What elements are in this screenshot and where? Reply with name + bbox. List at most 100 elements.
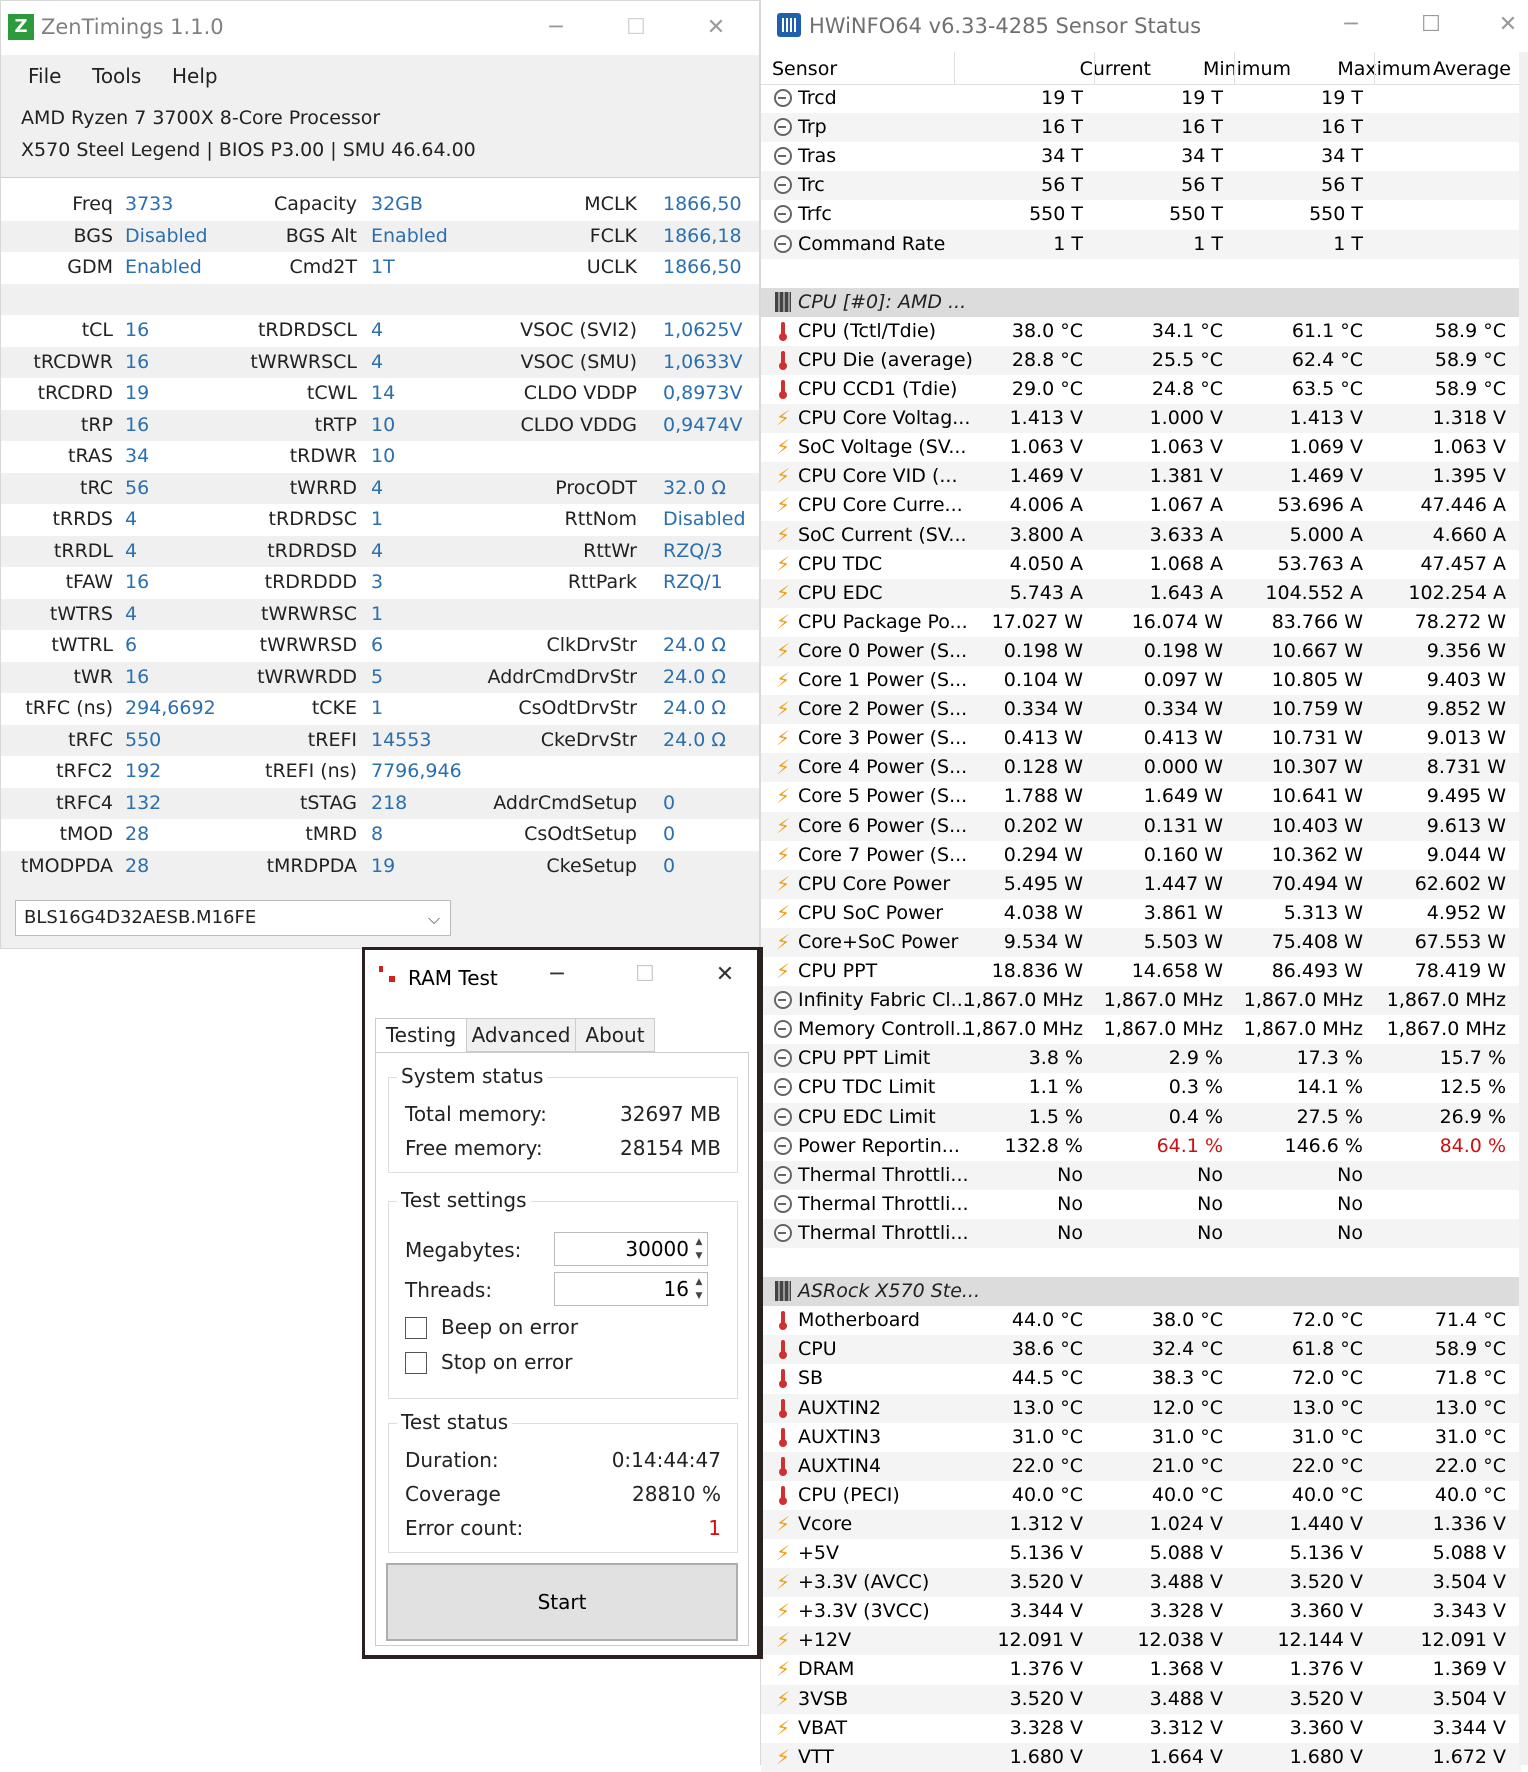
sensor-row[interactable]: ⚡ Core 0 Power (S... 0.198 W 0.198 W 10.667 … xyxy=(761,636,1521,666)
sensor-value: 15.7 % xyxy=(1439,1047,1506,1070)
sensor-row[interactable]: ⚡ +12V 12.091 V 12.038 V 12.144 V 12.091 V xyxy=(761,1626,1521,1656)
sensor-row[interactable]: ⚡ Core 3 Power (S... 0.413 W 0.413 W 10.731 … xyxy=(761,724,1521,753)
hwinfo-titlebar[interactable]: HWiNFO64 v6.33-4285 Sensor Status ─ ☐ ✕ xyxy=(761,0,1528,52)
sensor-row[interactable]: ⚡ SoC Voltage (SV... 1.063 V 1.063 V 1.069 V… xyxy=(761,433,1521,462)
sensor-row[interactable]: ⚡ CPU Core Curre... 4.006 A 1.067 A 53.696 A… xyxy=(761,491,1521,520)
sensor-row[interactable]: ⚡ CPU Core Voltag... 1.413 V 1.000 V 1.413 V… xyxy=(761,404,1521,434)
sensor-row[interactable]: ⚡ VBAT 3.328 V 3.312 V 3.360 V 3.344 V xyxy=(761,1714,1521,1743)
sensor-row[interactable]: Power Reportin... 132.8 % 64.1 % 146.6 % 84.… xyxy=(761,1132,1521,1161)
column-divider[interactable] xyxy=(1094,52,1095,84)
sensor-row[interactable]: ⚡ Core 1 Power (S... 0.104 W 0.097 W 10.805 … xyxy=(761,666,1521,695)
sensor-row[interactable]: ⚡ Vcore 1.312 V 1.024 V 1.440 V 1.336 V xyxy=(761,1509,1521,1539)
sensor-row[interactable]: CPU Die (average) 28.8 °C 25.5 °C 62.4 °C 58… xyxy=(761,345,1521,375)
column-current-label[interactable]: Current xyxy=(1031,58,1151,80)
threads-input[interactable]: 16 ▲ ▼ xyxy=(554,1272,708,1306)
memory-module-select[interactable]: BLS16G4D32AESB.M16FE ⌵ xyxy=(15,900,451,936)
sensor-row[interactable]: ⚡ CPU SoC Power 4.038 W 3.861 W 5.313 W 4.952… xyxy=(761,899,1521,928)
sensor-row[interactable]: AUXTIN4 22.0 °C 21.0 °C 22.0 °C 22.0 °C xyxy=(761,1451,1521,1481)
minimize-icon[interactable]: ─ xyxy=(537,958,577,992)
sensor-row[interactable]: ⚡ 3VSB 3.520 V 3.488 V 3.520 V 3.504 V xyxy=(761,1684,1521,1714)
sensor-row[interactable]: ⚡ Core 7 Power (S... 0.294 W 0.160 W 10.362 … xyxy=(761,841,1521,870)
sensor-row[interactable]: SB 44.5 °C 38.3 °C 72.0 °C 71.8 °C xyxy=(761,1364,1521,1393)
sensor-value: 64.1 % xyxy=(1156,1134,1223,1157)
start-button[interactable]: Start xyxy=(386,1563,738,1641)
vertical-scrollbar[interactable] xyxy=(1519,52,1528,1765)
lightning-bolt-icon: ⚡ xyxy=(775,638,791,663)
sensor-row[interactable]: Memory Controll... 1,867.0 MHz 1,867.0 MHz… xyxy=(761,1015,1521,1044)
megabytes-input[interactable]: 30000 ▲ ▼ xyxy=(554,1232,708,1266)
tab-testing[interactable]: Testing xyxy=(375,1018,467,1054)
beep-on-error-checkbox[interactable] xyxy=(405,1317,427,1339)
sensor-row[interactable]: AUXTIN2 13.0 °C 12.0 °C 13.0 °C 13.0 °C xyxy=(761,1393,1521,1423)
sensor-row[interactable]: ⚡ +3.3V (3VCC) 3.344 V 3.328 V 3.360 V 3.343 … xyxy=(761,1597,1521,1626)
sensor-row[interactable]: ⚡ DRAM 1.376 V 1.368 V 1.376 V 1.369 V xyxy=(761,1655,1521,1684)
column-divider[interactable] xyxy=(954,52,955,84)
close-icon[interactable]: ✕ xyxy=(696,11,736,45)
sensor-row[interactable]: CPU (Tctl/Tdie) 38.0 °C 34.1 °C 61.1 °C 58.9… xyxy=(761,317,1521,346)
column-divider[interactable] xyxy=(1234,52,1235,84)
sensor-row[interactable]: Trcd 19 T 19 T 19 T xyxy=(761,84,1521,113)
minimize-icon[interactable]: ─ xyxy=(536,11,576,45)
sensor-row[interactable]: ⚡ +5V 5.136 V 5.088 V 5.136 V 5.088 V xyxy=(761,1539,1521,1568)
sensor-row[interactable]: Thermal Throttli... No No No xyxy=(761,1218,1521,1248)
zentimings-titlebar[interactable]: Z ZenTimings 1.1.0 ─ ☐ ✕ xyxy=(1,1,759,55)
sensor-row[interactable]: ⚡ Core 2 Power (S... 0.334 W 0.334 W 10.759 … xyxy=(761,695,1521,725)
sensor-row[interactable]: CPU PPT Limit 3.8 % 2.9 % 17.3 % 15.7 % xyxy=(761,1044,1521,1074)
sensor-value: 3.8 % xyxy=(1028,1047,1083,1070)
column-divider[interactable] xyxy=(1374,52,1375,84)
sensor-value: 1 T xyxy=(1053,232,1083,255)
sensor-row[interactable]: AUXTIN3 31.0 °C 31.0 °C 31.0 °C 31.0 °C xyxy=(761,1423,1521,1452)
column-sensor[interactable]: Sensor xyxy=(772,58,837,80)
sensor-row[interactable] xyxy=(761,259,1521,288)
sensor-row[interactable]: Trp 16 T 16 T 16 T xyxy=(761,113,1521,143)
sensor-row[interactable]: ⚡ Core+SoC Power 9.534 W 5.503 W 75.408 W 67.… xyxy=(761,927,1521,957)
sensor-row[interactable]: ⚡ SoC Current (SV... 3.800 A 3.633 A 5.000 A… xyxy=(761,520,1521,550)
menu-tools[interactable]: Tools xyxy=(92,64,141,88)
sensor-row[interactable]: CPU (PECI) 40.0 °C 40.0 °C 40.0 °C 40.0 °C xyxy=(761,1481,1521,1510)
timing-value: 5 xyxy=(371,665,384,688)
column-minimum[interactable]: Minimum xyxy=(1171,58,1291,80)
sensor-row[interactable]: Command Rate 1 T 1 T 1 T xyxy=(761,229,1521,259)
sensor-row[interactable]: CPU TDC Limit 1.1 % 0.3 % 14.1 % 12.5 % xyxy=(761,1073,1521,1102)
sensor-row[interactable]: ⚡ Core 4 Power (S... 0.128 W 0.000 W 10.307 … xyxy=(761,753,1521,783)
sensor-row[interactable]: Motherboard 44.0 °C 38.0 °C 72.0 °C 71.4 °C xyxy=(761,1306,1521,1335)
sensor-row[interactable]: ⚡ CPU Core Power 5.495 W 1.447 W 70.494 W 62.… xyxy=(761,869,1521,899)
tab-advanced[interactable]: Advanced xyxy=(466,1018,576,1052)
sensor-row[interactable]: ⚡ +3.3V (AVCC) 3.520 V 3.488 V 3.520 V 3.504 … xyxy=(761,1568,1521,1598)
sensor-row[interactable]: ⚡ Core 5 Power (S... 1.788 W 1.649 W 10.641 … xyxy=(761,782,1521,811)
stop-on-error-checkbox[interactable] xyxy=(405,1352,427,1374)
sensor-row[interactable]: ⚡ VTT 1.680 V 1.664 V 1.680 V 1.672 V xyxy=(761,1742,1521,1772)
sensor-row[interactable]: Trc 56 T 56 T 56 T xyxy=(761,171,1521,201)
sensor-row[interactable]: Tras 34 T 34 T 34 T xyxy=(761,142,1521,171)
sensor-row[interactable]: ⚡ CPU Package Po... 17.027 W 16.074 W 83.766… xyxy=(761,608,1521,637)
sensor-row[interactable]: Thermal Throttli... No No No xyxy=(761,1160,1521,1190)
sensor-row[interactable]: ⚡ CPU TDC 4.050 A 1.068 A 53.763 A 47.457 A xyxy=(761,550,1521,579)
sensor-group-row[interactable]: ASRock X570 Ste... xyxy=(761,1277,1521,1307)
close-icon[interactable]: ✕ xyxy=(1491,8,1525,42)
column-average[interactable]: Average xyxy=(1391,58,1511,80)
tab-about[interactable]: About xyxy=(575,1018,655,1052)
timing-label: tWRRD xyxy=(289,476,357,499)
sensor-row[interactable]: Infinity Fabric Cl... 1,867.0 MHz 1,867.0 … xyxy=(761,986,1521,1016)
sensor-row[interactable]: Trfc 550 T 550 T 550 T xyxy=(761,200,1521,229)
timing-value: 1 xyxy=(371,602,384,625)
sensor-row[interactable] xyxy=(761,1248,1521,1277)
minimize-icon[interactable]: ─ xyxy=(1331,8,1371,42)
sensor-row[interactable]: ⚡ CPU Core VID (... 1.469 V 1.381 V 1.469 V 1… xyxy=(761,462,1521,492)
sensor-row[interactable]: ⚡ CPU PPT 18.836 W 14.658 W 86.493 W 78.419 W xyxy=(761,957,1521,986)
sensor-group-row[interactable]: CPU [#0]: AMD ... xyxy=(761,287,1521,317)
spin-arrows-icon[interactable]: ▲ ▼ xyxy=(693,1275,705,1303)
menu-file[interactable]: File xyxy=(28,64,61,88)
sensor-row[interactable]: CPU EDC Limit 1.5 % 0.4 % 27.5 % 26.9 % xyxy=(761,1102,1521,1132)
menu-help[interactable]: Help xyxy=(172,64,218,88)
beep-on-error-label[interactable]: Beep on error xyxy=(441,1315,578,1339)
sensor-row[interactable]: ⚡ CPU EDC 5.743 A 1.643 A 104.552 A 102.254 A xyxy=(761,578,1521,608)
close-icon[interactable]: ✕ xyxy=(705,958,745,992)
sensor-row[interactable]: ⚡ Core 6 Power (S... 0.202 W 0.131 W 10.403 … xyxy=(761,811,1521,841)
stop-on-error-label[interactable]: Stop on error xyxy=(441,1350,573,1374)
sensor-row[interactable]: CPU 38.6 °C 32.4 °C 61.8 °C 58.9 °C xyxy=(761,1335,1521,1365)
sensor-row[interactable]: CPU CCD1 (Tdie) 29.0 °C 24.8 °C 63.5 °C 58.9… xyxy=(761,375,1521,404)
spin-arrows-icon[interactable]: ▲ ▼ xyxy=(693,1235,705,1263)
sensor-row[interactable]: Thermal Throttli... No No No xyxy=(761,1190,1521,1219)
maximize-icon[interactable]: ☐ xyxy=(1411,8,1451,42)
